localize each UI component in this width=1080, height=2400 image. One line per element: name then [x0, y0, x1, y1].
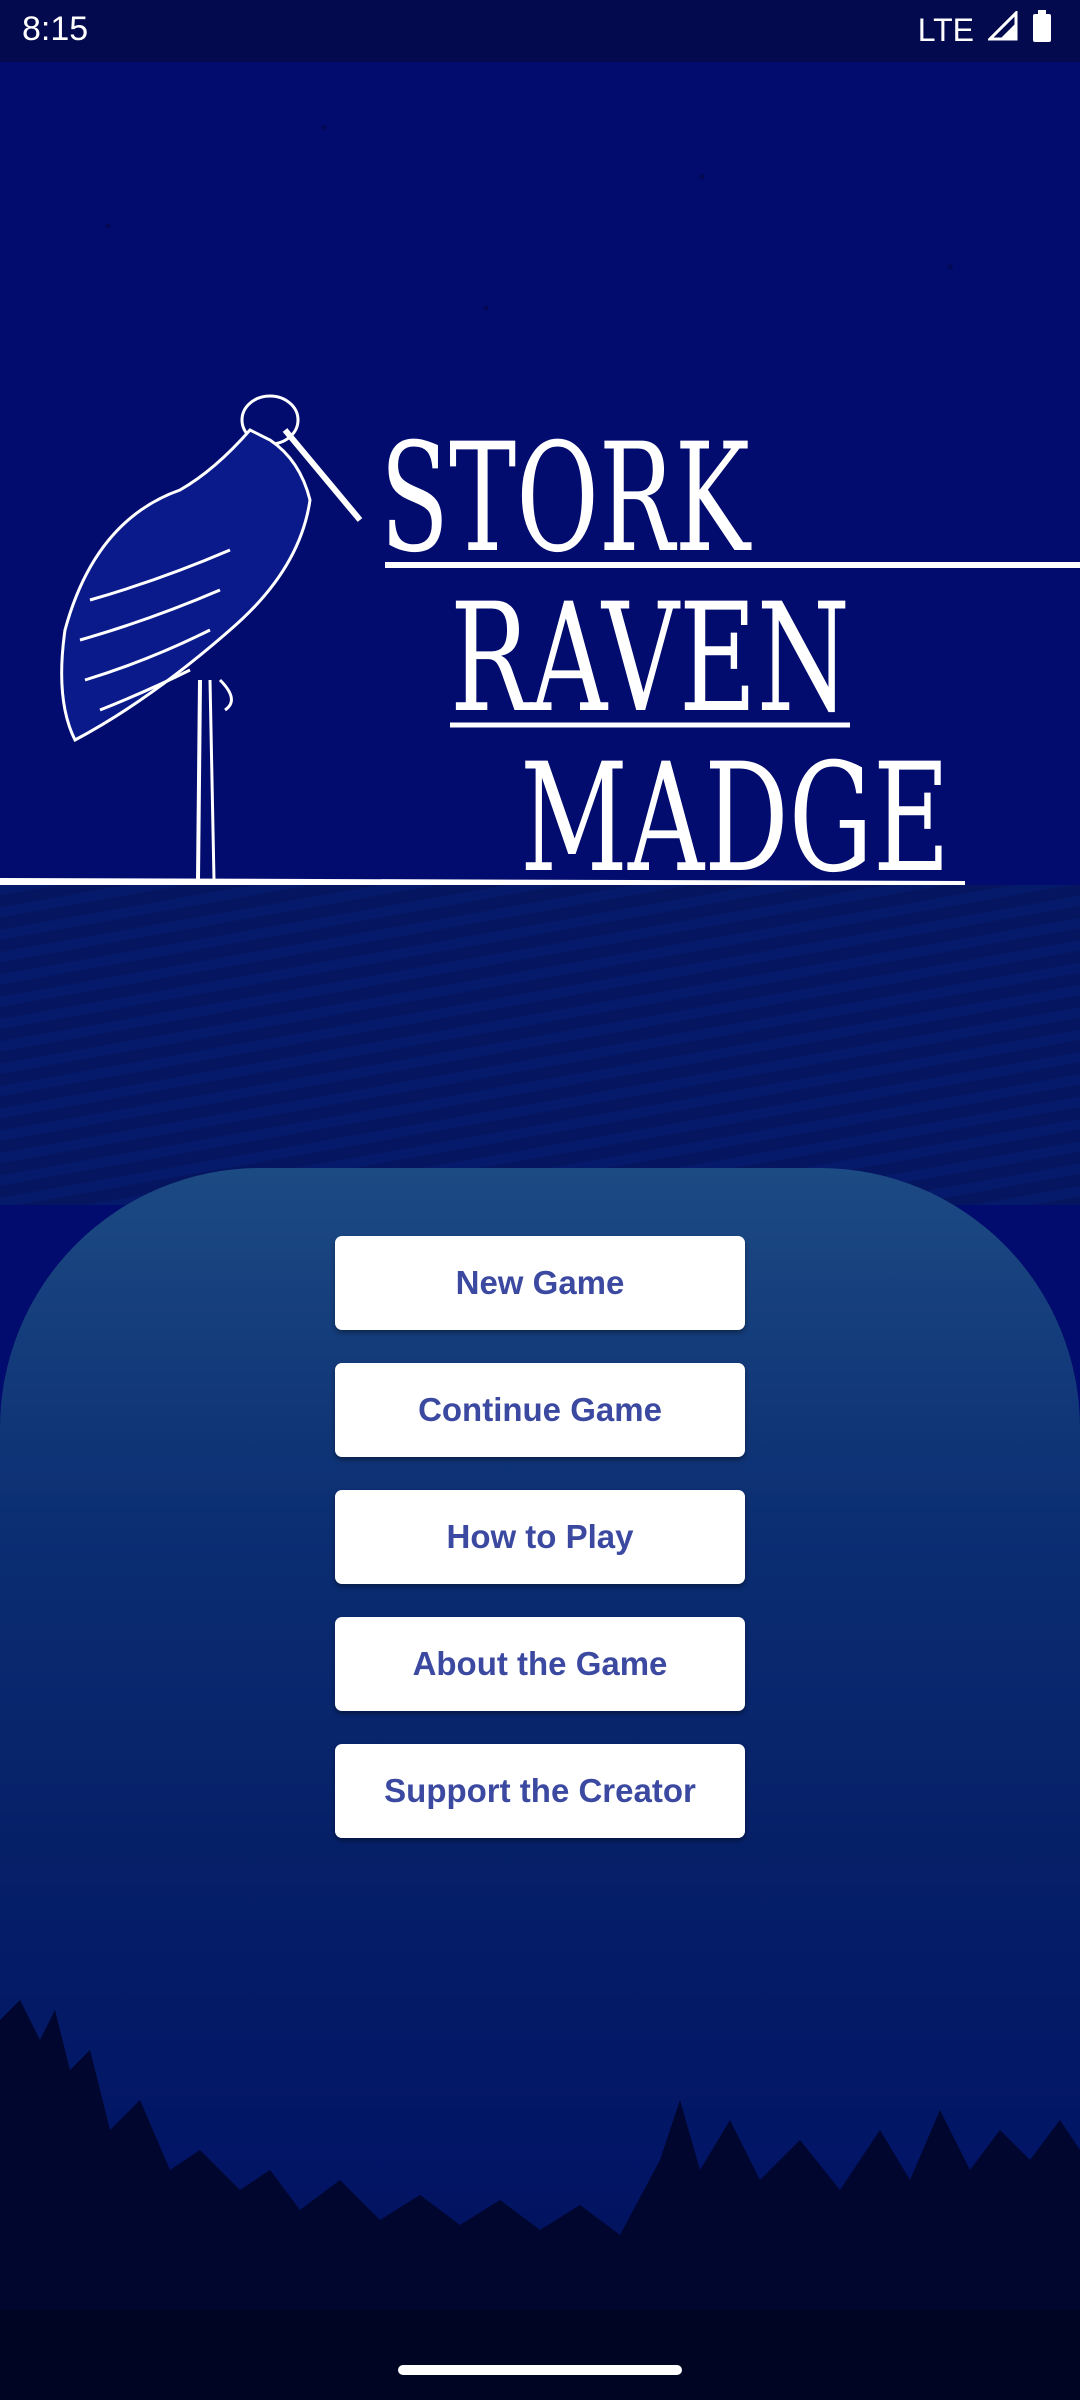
- water-texture: [0, 885, 1080, 1205]
- home-indicator[interactable]: [398, 2365, 682, 2375]
- new-game-button[interactable]: New Game: [335, 1236, 745, 1330]
- title-line-2: RAVEN: [450, 572, 850, 746]
- forest-silhouette: [0, 2000, 1080, 2400]
- status-time: 8:15: [22, 10, 89, 48]
- how-to-play-button[interactable]: How to Play: [335, 1490, 745, 1584]
- about-game-button[interactable]: About the Game: [335, 1617, 745, 1711]
- battery-icon: [1032, 10, 1052, 50]
- signal-icon: [986, 9, 1018, 49]
- title-line-3: MADGE: [520, 732, 950, 900]
- main-menu: New Game Continue Game How to Play About…: [335, 1236, 745, 1838]
- status-bar: 8:15 LTE: [0, 0, 1080, 62]
- network-label: LTE: [917, 11, 974, 48]
- game-logo: STORK RAVEN MADGE: [0, 380, 1080, 906]
- status-icons: LTE: [917, 9, 1052, 50]
- continue-game-button[interactable]: Continue Game: [335, 1363, 745, 1457]
- title-line-1: STORK: [380, 412, 752, 586]
- stork-illustration: [60, 394, 363, 881]
- support-creator-button[interactable]: Support the Creator: [335, 1744, 745, 1838]
